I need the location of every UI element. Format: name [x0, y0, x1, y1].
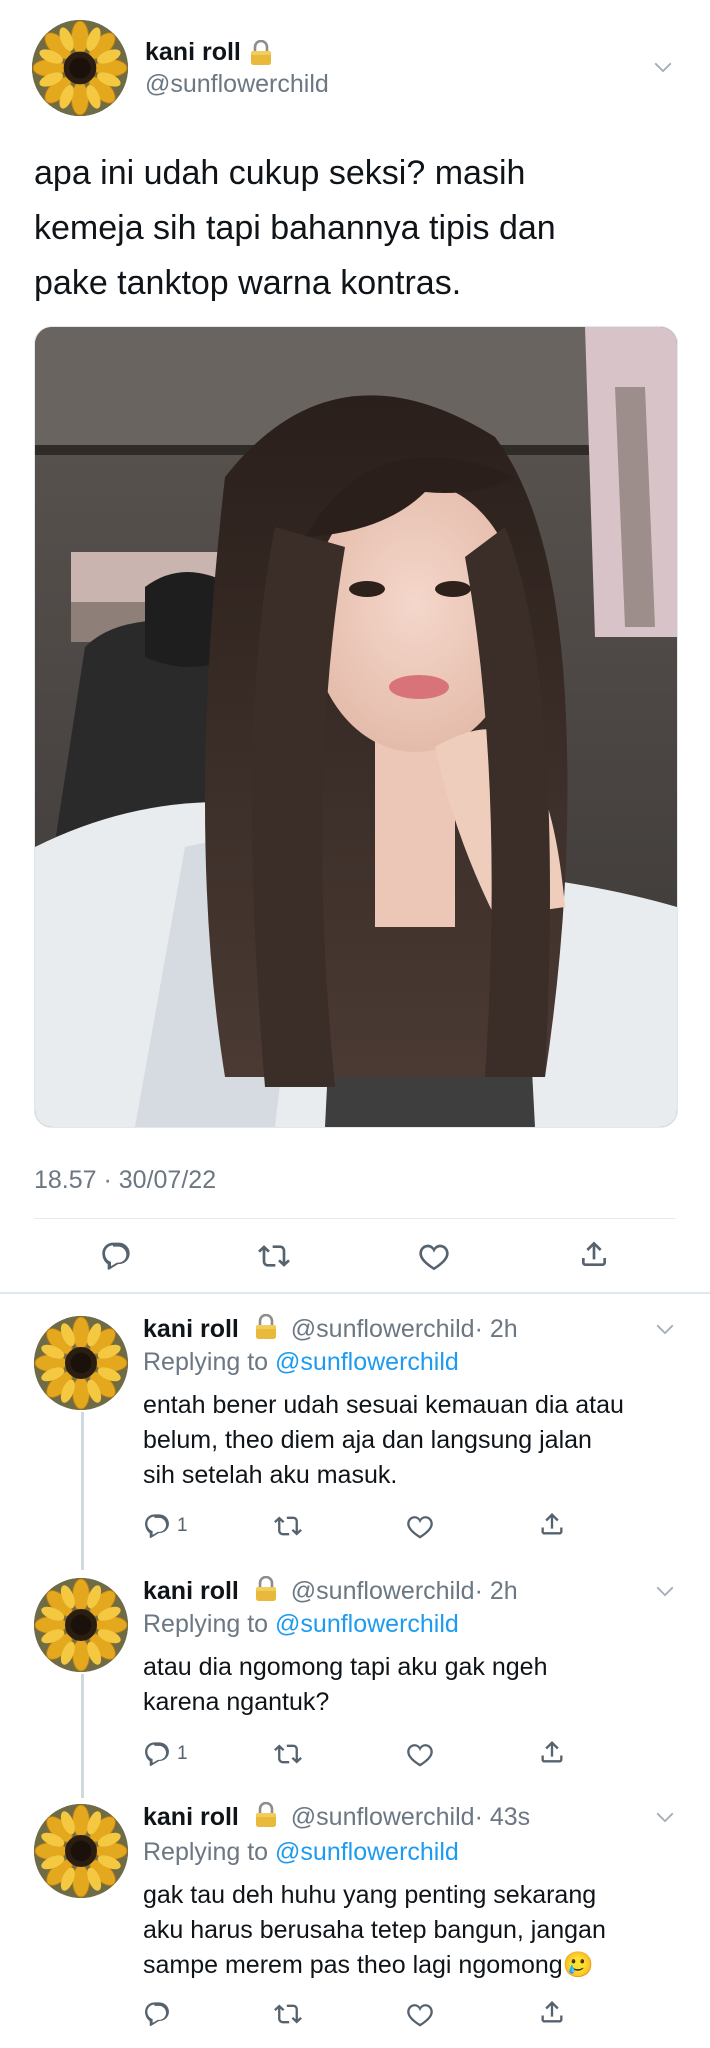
avatar[interactable]: [34, 1578, 128, 1672]
handle[interactable]: @sunflowerchild: [291, 1577, 475, 1605]
handle[interactable]: @sunflowerchild: [145, 70, 329, 99]
reply-button[interactable]: [143, 2000, 177, 2028]
replying-to-label: Replying to: [143, 1838, 276, 1866]
sunflower-avatar-image: [34, 1804, 128, 1898]
reply-text: entah bener udah sesuai kemauan dia atau…: [143, 1388, 624, 1493]
lock-icon: [249, 40, 273, 66]
divider: [34, 1218, 676, 1219]
avatar[interactable]: [32, 20, 128, 116]
replying-to-label: Replying to: [143, 1610, 276, 1638]
thread-line: [81, 1412, 84, 1570]
tweet-timestamp[interactable]: 18.57 · 30/07/22: [34, 1166, 216, 1195]
like-icon[interactable]: [406, 2000, 434, 2028]
reply-count: 1: [177, 1515, 188, 1536]
share-icon[interactable]: [578, 1238, 610, 1270]
reply-header: kani roll @sunflowerchild· 2h: [143, 1314, 518, 1344]
retweet-icon[interactable]: [274, 1512, 302, 1540]
share-icon[interactable]: [538, 1998, 566, 2026]
reply-count: 1: [177, 1743, 188, 1764]
display-name[interactable]: kani roll: [145, 38, 273, 67]
like-icon[interactable]: [406, 1740, 434, 1768]
display-name-text: kani roll: [145, 38, 241, 66]
reply-text: atau dia ngomong tapi aku gak ngeh karen…: [143, 1650, 547, 1720]
chevron-down-icon[interactable]: [654, 1318, 676, 1340]
reply-icon: [143, 1740, 171, 1768]
retweet-icon[interactable]: [274, 1740, 302, 1768]
display-name[interactable]: kani roll: [143, 1577, 239, 1605]
lock-icon: [254, 1576, 278, 1602]
retweet-icon[interactable]: [258, 1240, 290, 1272]
selfie-photo: [35, 327, 677, 1127]
handle[interactable]: @sunflowerchild: [291, 1315, 475, 1343]
reply-text-line: gak tau deh huhu yang penting sekarang: [143, 1881, 597, 1909]
share-icon[interactable]: [538, 1738, 566, 1766]
replying-to: Replying to @sunflowerchild: [143, 1348, 459, 1377]
reply-icon[interactable]: [100, 1240, 132, 1272]
like-icon[interactable]: [418, 1240, 450, 1272]
thread-line: [81, 1674, 84, 1798]
reply-icon: [143, 1512, 171, 1540]
reply-text-line: aku harus berusaha tetep bangun, jangan: [143, 1916, 606, 1944]
reply-time[interactable]: · 2h: [475, 1577, 518, 1605]
reply-button[interactable]: 1: [143, 1740, 188, 1768]
tweet-text-line: kemeja sih tapi bahannya tipis dan: [34, 209, 556, 247]
avatar[interactable]: [34, 1316, 128, 1410]
reply-text-line: sampe merem pas theo lagi ngomong🥲: [143, 1951, 594, 1979]
display-name[interactable]: kani roll: [143, 1315, 239, 1343]
replying-to-handle[interactable]: @sunflowerchild: [275, 1610, 459, 1638]
share-icon[interactable]: [538, 1510, 566, 1538]
chevron-down-icon[interactable]: [652, 56, 674, 78]
reply-text-line: entah bener udah sesuai kemauan dia atau: [143, 1391, 624, 1419]
avatar[interactable]: [34, 1804, 128, 1898]
like-icon[interactable]: [406, 1512, 434, 1540]
reply-text-line: sih setelah aku masuk.: [143, 1461, 398, 1489]
display-name[interactable]: kani roll: [143, 1803, 239, 1831]
replying-to: Replying to @sunflowerchild: [143, 1610, 459, 1639]
tweet-text-line: apa ini udah cukup seksi? masih: [34, 154, 526, 192]
tweet-text-line: pake tanktop warna kontras.: [34, 264, 462, 302]
chevron-down-icon[interactable]: [654, 1806, 676, 1828]
sunflower-avatar-image: [34, 1316, 128, 1410]
reply-text-line: atau dia ngomong tapi aku gak ngeh: [143, 1653, 548, 1681]
reply-header: kani roll @sunflowerchild· 43s: [143, 1802, 530, 1832]
replying-to: Replying to @sunflowerchild: [143, 1838, 459, 1867]
reply-text-line: belum, theo diem aja dan langsung jalan: [143, 1426, 592, 1454]
reply-time[interactable]: · 43s: [475, 1803, 531, 1831]
sunflower-avatar-image: [32, 20, 128, 116]
lock-icon: [254, 1802, 278, 1828]
replying-to-label: Replying to: [143, 1348, 276, 1376]
reply-text: gak tau deh huhu yang penting sekarang a…: [143, 1878, 606, 1983]
reply-time[interactable]: · 2h: [475, 1315, 518, 1343]
reply-icon: [143, 2000, 171, 2028]
reply-text-line: karena ngantuk?: [143, 1688, 330, 1716]
divider: [0, 1292, 710, 1294]
handle[interactable]: @sunflowerchild: [291, 1803, 475, 1831]
tweet-text: apa ini udah cukup seksi? masih kemeja s…: [34, 146, 556, 311]
lock-icon: [254, 1314, 278, 1340]
reply-button[interactable]: 1: [143, 1512, 188, 1540]
replying-to-handle[interactable]: @sunflowerchild: [275, 1838, 459, 1866]
sunflower-avatar-image: [34, 1578, 128, 1672]
replying-to-handle[interactable]: @sunflowerchild: [275, 1348, 459, 1376]
chevron-down-icon[interactable]: [654, 1580, 676, 1602]
tweet-photo[interactable]: [34, 326, 678, 1128]
reply-header: kani roll @sunflowerchild· 2h: [143, 1576, 518, 1606]
retweet-icon[interactable]: [274, 2000, 302, 2028]
